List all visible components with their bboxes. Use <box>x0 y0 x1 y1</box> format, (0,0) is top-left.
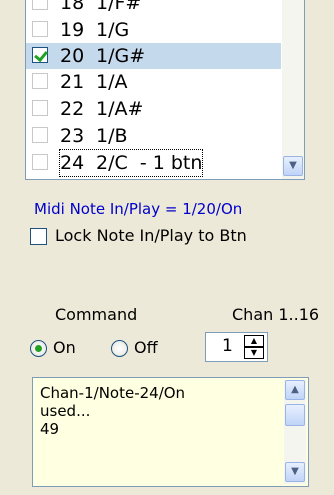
note-checkbox[interactable] <box>32 21 48 37</box>
channel-spinner[interactable]: 1 ▲ ▼ <box>205 332 268 362</box>
log-line: 49 <box>40 420 60 438</box>
arrow-up-icon: ▲ <box>250 336 258 345</box>
arrow-down-icon: ▼ <box>250 348 258 357</box>
note-row-22[interactable]: 22 1/A# <box>26 96 281 122</box>
note-row-text: 23 1/B <box>60 125 128 147</box>
command-on-label[interactable]: On <box>53 338 76 357</box>
note-row-text: 18 1/F# <box>60 0 142 14</box>
note-row-text: 20 1/G# <box>60 45 146 67</box>
chevron-up-icon: ▲ <box>291 384 299 395</box>
log-scroll-thumb[interactable] <box>285 404 305 426</box>
note-checkbox[interactable] <box>32 154 48 170</box>
note-checkbox[interactable] <box>32 73 48 89</box>
note-row-text: 24 2/C - 1 btn <box>58 149 204 177</box>
log-textarea[interactable]: Chan-1/Note-24/On used... 49 ▲ ▼ <box>32 377 309 487</box>
note-row-text: 19 1/G <box>60 19 130 41</box>
log-scroll-up-button[interactable]: ▲ <box>285 380 305 400</box>
note-row-18[interactable]: 18 1/F# <box>26 0 281 16</box>
note-row-20[interactable]: 20 1/G# <box>26 43 281 69</box>
chevron-down-icon: ▼ <box>289 160 297 171</box>
note-checkbox-checked[interactable] <box>32 47 48 63</box>
chevron-down-icon: ▼ <box>291 466 299 477</box>
midi-status-label: Midi Note In/Play = 1/20/On <box>34 200 243 218</box>
channel-label: Chan 1..16 <box>232 305 320 324</box>
note-row-23[interactable]: 23 1/B <box>26 123 281 149</box>
command-off-radio[interactable] <box>111 340 128 357</box>
command-label: Command <box>55 305 138 324</box>
channel-value[interactable]: 1 <box>222 336 233 356</box>
command-on-radio[interactable] <box>30 340 47 357</box>
log-scrollbar[interactable]: ▲ ▼ <box>284 380 306 484</box>
note-row-19[interactable]: 19 1/G <box>26 17 281 43</box>
scroll-down-button[interactable]: ▼ <box>283 156 303 176</box>
note-list-scrollbar[interactable]: ▼ <box>282 0 304 179</box>
note-checkbox[interactable] <box>32 127 48 143</box>
note-checkbox[interactable] <box>32 100 48 116</box>
log-line: used... <box>40 402 91 420</box>
note-row-text: 22 1/A# <box>60 98 144 120</box>
note-row-21[interactable]: 21 1/A <box>26 69 281 95</box>
log-scroll-down-button[interactable]: ▼ <box>285 462 305 482</box>
lock-note-label[interactable]: Lock Note In/Play to Btn <box>55 226 247 245</box>
lock-note-checkbox[interactable] <box>30 228 47 245</box>
note-row-24[interactable]: 24 2/C - 1 btn <box>26 149 281 177</box>
log-line: Chan-1/Note-24/On <box>40 384 186 402</box>
note-checkbox[interactable] <box>32 0 48 10</box>
note-row-text: 21 1/A <box>60 71 128 93</box>
channel-down-button[interactable]: ▼ <box>244 347 264 359</box>
channel-up-button[interactable]: ▲ <box>244 335 264 347</box>
note-list[interactable]: 18 1/F# 19 1/G 20 1/G# 21 1/A 22 1/A# 23 1/B 2… <box>25 0 305 180</box>
command-off-label[interactable]: Off <box>134 338 158 357</box>
